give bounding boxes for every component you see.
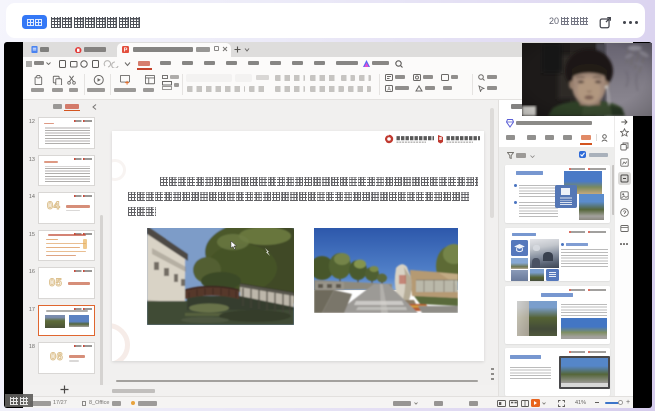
svg-text:P: P: [124, 48, 128, 53]
